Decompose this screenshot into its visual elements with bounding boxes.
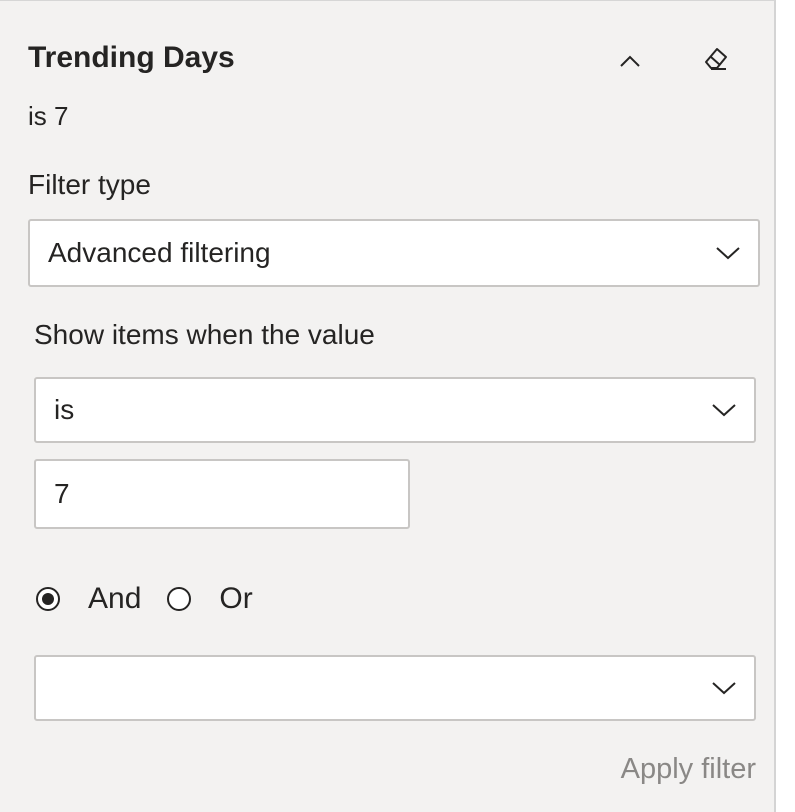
or-radio-label[interactable]: Or xyxy=(219,582,252,616)
clear-filter-button[interactable] xyxy=(694,37,736,79)
chevron-down-icon xyxy=(694,379,754,441)
chevron-up-icon xyxy=(620,55,640,67)
filter-type-label: Filter type xyxy=(28,169,151,200)
condition-1-value-input[interactable]: 7 xyxy=(34,459,410,529)
logic-radio-group: And Or xyxy=(36,577,279,621)
chevron-down-icon xyxy=(694,657,754,719)
and-radio[interactable] xyxy=(36,587,60,611)
condition-1-operator-dropdown[interactable]: is xyxy=(34,377,756,443)
apply-filter-button[interactable]: Apply filter xyxy=(621,753,756,786)
filter-type-dropdown[interactable]: Advanced filtering xyxy=(28,219,760,287)
show-items-label: Show items when the value xyxy=(34,319,375,350)
collapse-button[interactable] xyxy=(610,43,650,79)
eraser-icon xyxy=(705,48,727,70)
filter-summary: is 7 xyxy=(28,101,69,131)
and-radio-label[interactable]: And xyxy=(88,582,141,616)
filter-type-value: Advanced filtering xyxy=(48,237,271,268)
condition-2-operator-dropdown[interactable] xyxy=(34,655,756,721)
condition-1-operator-value: is xyxy=(54,394,75,425)
or-radio[interactable] xyxy=(167,587,192,611)
filter-card: Trending Days is 7 Filter type Advanced … xyxy=(0,0,776,812)
filter-title: Trending Days xyxy=(28,41,235,74)
chevron-down-icon xyxy=(698,221,758,285)
condition-1-value-text: 7 xyxy=(54,478,70,509)
